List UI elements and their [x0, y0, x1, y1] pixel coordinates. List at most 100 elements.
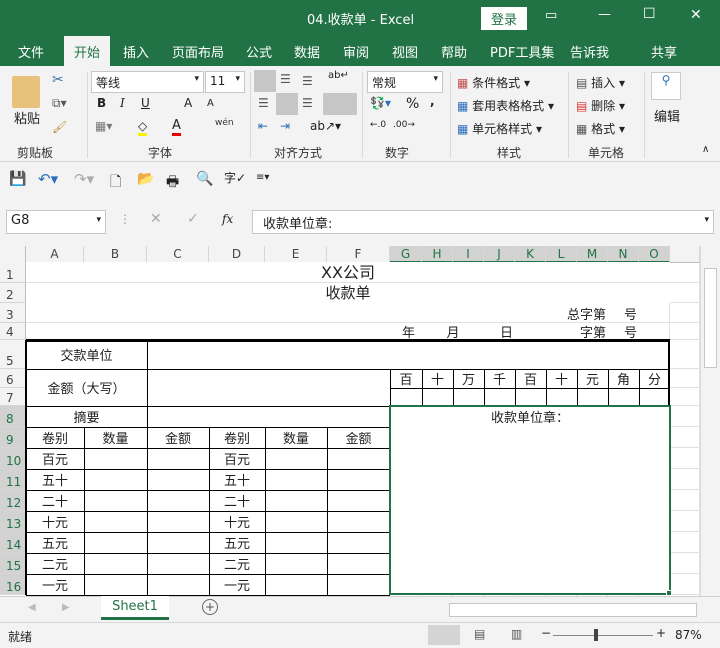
italic-button[interactable]: I	[120, 96, 125, 110]
denomination[interactable]: 百元	[209, 448, 265, 469]
ribbon-display-icon[interactable]: ▭	[545, 8, 557, 23]
copy-icon[interactable]: ⧉▾	[52, 96, 67, 111]
row-header-4[interactable]: 4	[0, 323, 26, 340]
increase-indent-icon[interactable]: ⇥	[280, 119, 290, 133]
undo-icon[interactable]: ↶▾	[38, 170, 58, 188]
total-no-suffix[interactable]: 号	[608, 303, 639, 323]
row-header-16[interactable]: 16	[0, 574, 26, 595]
enter-icon[interactable]: ✓	[187, 211, 199, 227]
column-title[interactable]: 卷别	[26, 427, 84, 448]
column-header-I[interactable]: I	[453, 246, 484, 263]
month-label[interactable]: 月	[422, 323, 484, 341]
denomination[interactable]: 十元	[209, 511, 265, 532]
digit-header[interactable]: 分	[639, 369, 670, 388]
add-sheet-button[interactable]: +	[202, 599, 218, 615]
normal-view-icon[interactable]	[428, 625, 460, 645]
column-header-M[interactable]: M	[577, 246, 608, 263]
zi-no-label[interactable]: 字第	[515, 323, 608, 341]
currency-icon[interactable]: 💱▾	[370, 96, 391, 110]
menu-tab-9[interactable]: PDF工具集	[490, 42, 554, 61]
denomination[interactable]: 五元	[209, 532, 265, 553]
row-header-13[interactable]: 13	[0, 511, 26, 532]
column-header-B[interactable]: B	[84, 246, 147, 263]
row-header-14[interactable]: 14	[0, 532, 26, 553]
horizontal-scrollbar[interactable]	[449, 603, 697, 617]
zoom-slider-thumb[interactable]	[594, 629, 598, 641]
column-header-G[interactable]: G	[390, 246, 422, 263]
shrink-font-button[interactable]: A	[207, 98, 214, 109]
menu-tab-5[interactable]: 数据	[294, 42, 320, 61]
digit-header[interactable]: 百	[390, 369, 422, 388]
tab-sheet1[interactable]: Sheet1	[101, 596, 169, 620]
row-header-8[interactable]: 8	[0, 406, 26, 427]
redo-icon[interactable]: ↷▾	[74, 170, 94, 188]
menu-tab-3[interactable]: 页面布局	[172, 42, 224, 61]
stamp-label[interactable]: 收款单位章：	[390, 406, 670, 427]
page-layout-view-icon[interactable]: ▤	[474, 627, 485, 641]
menu-tab-4[interactable]: 公式	[246, 42, 272, 61]
page-break-view-icon[interactable]: ▥	[511, 627, 522, 641]
denomination[interactable]: 二十	[26, 490, 84, 511]
search-icon[interactable]: ⚲	[651, 72, 681, 100]
conditional-format-button[interactable]: ▦ 条件格式 ▾	[457, 74, 530, 91]
align-middle-icon[interactable]: ☰	[280, 72, 291, 86]
align-top-icon[interactable]	[254, 70, 276, 92]
zi-no-suffix[interactable]: 号	[608, 323, 639, 341]
company-name[interactable]: XX公司	[26, 262, 670, 283]
new-file-icon[interactable]: 🗋	[110, 171, 121, 195]
column-title[interactable]: 数量	[84, 427, 147, 448]
format-cells-button[interactable]: ▦ 格式 ▾	[576, 120, 625, 137]
comma-button[interactable]: ,	[430, 94, 435, 108]
column-title[interactable]: 卷别	[209, 427, 265, 448]
digit-header[interactable]: 角	[608, 369, 639, 388]
phonetic-button[interactable]: wén	[215, 118, 234, 128]
column-header-J[interactable]: J	[484, 246, 515, 263]
row-header-11[interactable]: 11	[0, 469, 26, 490]
insert-function-button[interactable]: fx	[222, 212, 233, 226]
border-icon[interactable]: ▦▾	[95, 119, 112, 133]
payer-label[interactable]: 交款单位	[26, 340, 147, 369]
format-painter-icon[interactable]: 🖌	[52, 120, 67, 134]
table-format-button[interactable]: ▦ 套用表格格式 ▾	[457, 97, 554, 114]
digit-header[interactable]: 百	[515, 369, 546, 388]
grow-font-button[interactable]: A	[184, 96, 192, 110]
cut-icon[interactable]: ✂	[52, 72, 64, 88]
column-title[interactable]: 数量	[265, 427, 327, 448]
denomination[interactable]: 一元	[26, 574, 84, 595]
fill-color-icon[interactable]: ◇	[138, 119, 148, 136]
column-header-H[interactable]: H	[422, 246, 453, 263]
digit-header[interactable]: 千	[484, 369, 515, 388]
save-icon[interactable]: 💾	[9, 171, 26, 187]
menu-tab-1[interactable]: 开始	[64, 36, 111, 66]
minimize-button[interactable]: —	[598, 7, 611, 22]
cancel-icon[interactable]: ✕	[150, 211, 162, 227]
form-title[interactable]: 收款单	[26, 283, 670, 303]
restore-button[interactable]: ☐	[643, 6, 656, 22]
year-label[interactable]: 年	[390, 323, 422, 341]
row-header-1[interactable]: 1	[0, 262, 26, 283]
menu-tab-7[interactable]: 视图	[392, 42, 418, 61]
column-title[interactable]: 金额	[327, 427, 390, 448]
row-header-10[interactable]: 10	[0, 448, 26, 469]
column-header-N[interactable]: N	[608, 246, 639, 263]
edit-button[interactable]: 编辑	[654, 106, 680, 125]
column-header-A[interactable]: A	[26, 246, 84, 263]
merge-center-icon[interactable]	[323, 93, 357, 115]
digit-header[interactable]: 万	[453, 369, 484, 388]
menu-tab-2[interactable]: 插入	[123, 42, 149, 61]
denomination[interactable]: 五十	[26, 469, 84, 490]
align-right-icon[interactable]: ☰	[302, 96, 313, 110]
denomination[interactable]: 二十	[209, 490, 265, 511]
menu-tab-0[interactable]: 文件	[18, 42, 44, 61]
denomination[interactable]: 十元	[26, 511, 84, 532]
decrease-decimal-icon[interactable]: .00→	[393, 120, 415, 130]
print-preview-icon[interactable]: 🖶	[166, 171, 179, 195]
column-header-K[interactable]: K	[515, 246, 546, 263]
align-left-icon[interactable]: ☰	[258, 96, 269, 110]
collapse-ribbon-icon[interactable]: ∧	[702, 144, 709, 155]
row-header-15[interactable]: 15	[0, 553, 26, 574]
denomination[interactable]: 一元	[209, 574, 265, 595]
align-bottom-icon[interactable]: ☰	[302, 74, 313, 88]
zoom-slider[interactable]	[553, 635, 653, 636]
bold-button[interactable]: B	[97, 96, 106, 110]
